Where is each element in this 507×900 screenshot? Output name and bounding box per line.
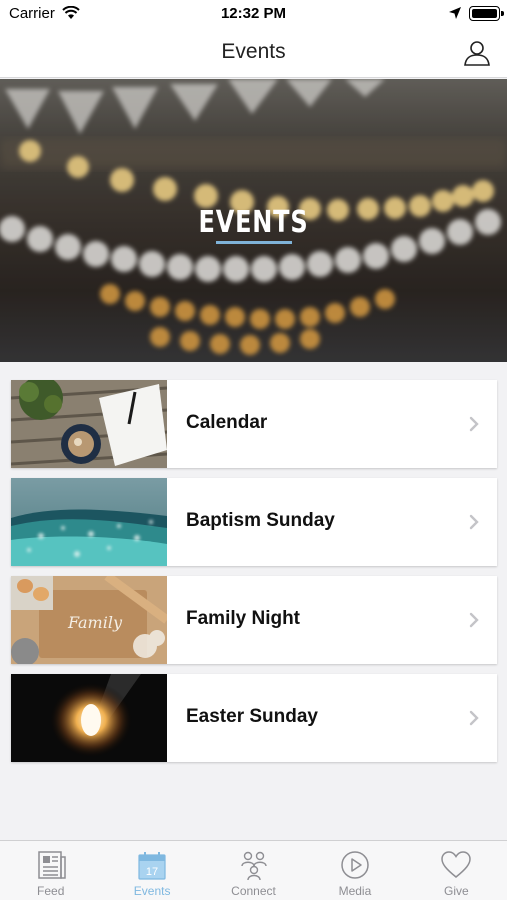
- navigation-bar: Events: [0, 28, 507, 78]
- calendar-icon: 17: [138, 852, 166, 880]
- tab-label: Give: [443, 884, 469, 898]
- family-flour-board-photo: Family: [11, 576, 167, 664]
- battery-icon: [469, 6, 504, 21]
- tab-events[interactable]: 17 Events: [101, 841, 202, 900]
- tab-give[interactable]: Give: [406, 841, 507, 900]
- chevron-right-icon: [469, 514, 479, 530]
- event-list: Calendar Baptism Sunday Family Family Ni…: [11, 380, 497, 772]
- tab-feed[interactable]: Feed: [0, 841, 101, 900]
- empty-tomb-light-photo: [11, 674, 167, 762]
- heart-icon: [441, 851, 472, 878]
- event-title: Baptism Sunday: [186, 510, 335, 531]
- event-thumbnail: [11, 380, 167, 468]
- status-bar: Carrier 12:32 PM: [0, 0, 507, 28]
- people-icon: [240, 851, 267, 881]
- event-item-family-night[interactable]: Family Family Night: [11, 576, 497, 664]
- newspaper-icon: [37, 851, 66, 879]
- tab-bar: Feed 17 Events Connect Media Give: [0, 840, 507, 900]
- tab-media[interactable]: Media: [304, 841, 405, 900]
- event-item-calendar[interactable]: Calendar: [11, 380, 497, 468]
- ocean-water-photo: [11, 478, 167, 566]
- clock: 12:32 PM: [220, 5, 287, 22]
- tab-label: Events: [133, 884, 171, 898]
- tab-label: Feed: [37, 884, 65, 898]
- event-thumbnail: [11, 478, 167, 566]
- profile-icon[interactable]: [463, 39, 491, 67]
- hero-banner: EVENTS: [0, 79, 507, 362]
- event-thumbnail: [11, 674, 167, 762]
- family-lettering: Family: [67, 613, 123, 632]
- tab-label: Media: [338, 884, 372, 898]
- play-icon: [341, 851, 369, 879]
- tab-label: Connect: [231, 884, 276, 898]
- chevron-right-icon: [469, 416, 479, 432]
- event-title: Calendar: [186, 412, 268, 433]
- chevron-right-icon: [469, 710, 479, 726]
- event-title: Family Night: [186, 608, 301, 629]
- event-item-baptism-sunday[interactable]: Baptism Sunday: [11, 478, 497, 566]
- page-title: Events: [221, 40, 286, 63]
- tab-connect[interactable]: Connect: [203, 841, 304, 900]
- event-title: Easter Sunday: [186, 706, 318, 727]
- hero-title: EVENTS: [198, 205, 309, 240]
- event-thumbnail: Family: [11, 576, 167, 664]
- chevron-right-icon: [469, 612, 479, 628]
- coffee-notebook-photo: [11, 380, 167, 468]
- location-arrow-icon: [449, 7, 461, 19]
- event-item-easter-sunday[interactable]: Easter Sunday: [11, 674, 497, 762]
- calendar-day: 17: [146, 866, 158, 878]
- hero-title-underline: [216, 241, 292, 244]
